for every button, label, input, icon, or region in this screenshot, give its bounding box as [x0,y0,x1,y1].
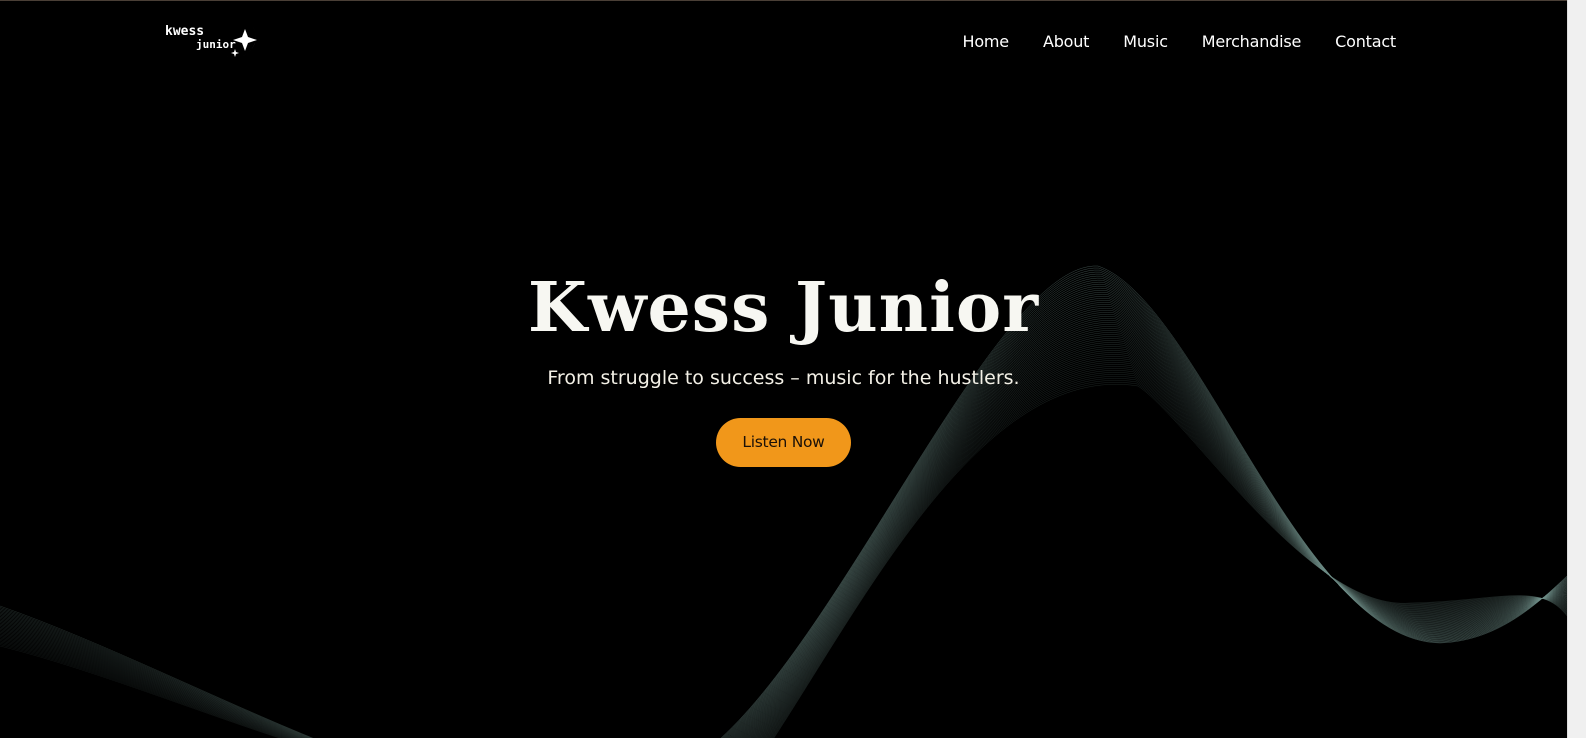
site-header: kwess junior Home About Music Merchandis… [0,1,1567,81]
nav-link-contact[interactable]: Contact [1335,31,1396,53]
logo-wordmark-bottom: junior [196,38,236,51]
nav-link-about[interactable]: About [1043,31,1090,53]
nav-link-home[interactable]: Home [963,31,1010,53]
nav-link-music[interactable]: Music [1123,31,1168,53]
hero-title: Kwess Junior [527,268,1040,348]
site-logo[interactable]: kwess junior [163,15,271,63]
page-scrollbar[interactable] [1567,0,1586,738]
nav-link-merchandise[interactable]: Merchandise [1202,31,1302,53]
main-navigation: Home About Music Merchandise Contact [963,31,1397,53]
hero-subtitle: From struggle to success – music for the… [547,367,1020,389]
hero-section: Kwess Junior From struggle to success – … [0,263,1567,467]
logo-wordmark-top: kwess [165,24,204,39]
browser-viewport: kwess junior Home About Music Merchandis… [0,0,1586,738]
listen-now-button[interactable]: Listen Now [716,418,851,467]
kwess-junior-logo-icon: kwess junior [165,19,257,58]
